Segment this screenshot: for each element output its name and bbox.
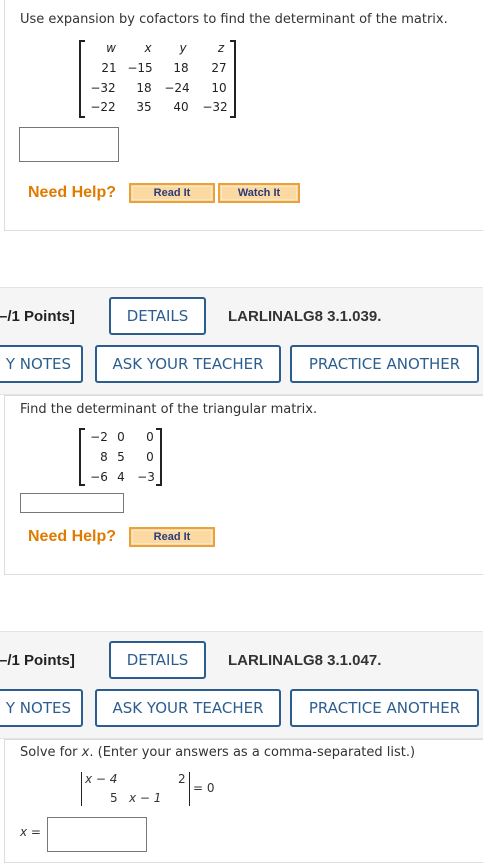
matrix-cell: 5 bbox=[117, 450, 125, 464]
read-it-label: Read It bbox=[132, 530, 212, 544]
matrix-cell: 0 bbox=[146, 450, 154, 464]
matrix-cell: 40 bbox=[173, 100, 189, 114]
problem-code-2: LARLINALG8 3.1.039. bbox=[228, 308, 382, 325]
determinant-cell: x − 4 bbox=[85, 772, 118, 786]
question-1-prompt: Use expansion by cofactors to find the d… bbox=[20, 12, 448, 27]
matrix-cell: 10 bbox=[211, 81, 227, 95]
question-2-prompt: Find the determinant of the triangular m… bbox=[20, 402, 318, 417]
matrix-cell: −32 bbox=[202, 100, 228, 114]
question-card-2 bbox=[4, 395, 483, 575]
answer-input-1[interactable] bbox=[19, 127, 119, 162]
ask-teacher-button-2[interactable]: ASK YOUR TEACHER bbox=[95, 345, 281, 383]
matrix-cell: −22 bbox=[90, 100, 116, 114]
practice-another-button-2[interactable]: PRACTICE ANOTHER bbox=[290, 345, 479, 383]
matrix-left-bracket bbox=[79, 40, 85, 118]
points-label-2: [–/1 Points] bbox=[0, 308, 75, 325]
matrix-cell: −3 bbox=[137, 470, 155, 484]
need-help-label-2: Need Help? bbox=[28, 528, 117, 545]
answer-input-2[interactable] bbox=[20, 493, 124, 513]
matrix-cell: −24 bbox=[164, 81, 190, 95]
matrix-right-bracket bbox=[230, 40, 236, 118]
matrix-cell: 27 bbox=[211, 61, 227, 75]
question-3-prompt: Solve for x. (Enter your answers as a co… bbox=[20, 745, 415, 760]
matrix-cell: −32 bbox=[90, 81, 116, 95]
determinant-cell: x − 1 bbox=[129, 791, 162, 805]
prompt-text-start: Solve for bbox=[20, 745, 82, 760]
matrix-cell: 21 bbox=[101, 61, 117, 75]
points-label-3: [–/1 Points] bbox=[0, 652, 75, 669]
problem-code-3: LARLINALG8 3.1.047. bbox=[228, 652, 382, 669]
watch-it-label: Watch It bbox=[221, 186, 297, 200]
matrix-header-x: x bbox=[144, 41, 152, 55]
matrix-cell: 35 bbox=[136, 100, 152, 114]
answer-input-3[interactable] bbox=[47, 817, 147, 852]
matrix-cell: 18 bbox=[136, 81, 152, 95]
my-notes-button-3[interactable]: Y NOTES bbox=[0, 689, 83, 727]
need-help-label-1: Need Help? bbox=[28, 184, 117, 201]
watch-it-button-1[interactable]: Watch It bbox=[218, 183, 300, 203]
answer-label-3: x = bbox=[20, 825, 41, 839]
read-it-button-1[interactable]: Read It bbox=[129, 183, 215, 203]
matrix-cell: 18 bbox=[173, 61, 189, 75]
equals-zero: = 0 bbox=[193, 781, 215, 795]
details-button-3[interactable]: DETAILS bbox=[109, 641, 206, 679]
determinant-cell: 2 bbox=[178, 772, 186, 786]
matrix-cell: 0 bbox=[146, 430, 154, 444]
ask-teacher-button-3[interactable]: ASK YOUR TEACHER bbox=[95, 689, 281, 727]
matrix-cell: 0 bbox=[117, 430, 125, 444]
determinant-right-bar bbox=[189, 772, 190, 806]
read-it-label: Read It bbox=[132, 186, 212, 200]
my-notes-button-2[interactable]: Y NOTES bbox=[0, 345, 83, 383]
details-button-2[interactable]: DETAILS bbox=[109, 297, 206, 335]
matrix-header-y: y bbox=[179, 41, 187, 55]
matrix-header-w: w bbox=[106, 41, 116, 55]
read-it-button-2[interactable]: Read It bbox=[129, 527, 215, 547]
determinant-cell: 5 bbox=[110, 791, 118, 805]
matrix-cell: −15 bbox=[127, 61, 153, 75]
determinant-left-bar bbox=[81, 772, 82, 806]
practice-another-button-3[interactable]: PRACTICE ANOTHER bbox=[290, 689, 479, 727]
prompt-text-end: . (Enter your answers as a comma-separat… bbox=[89, 745, 416, 760]
